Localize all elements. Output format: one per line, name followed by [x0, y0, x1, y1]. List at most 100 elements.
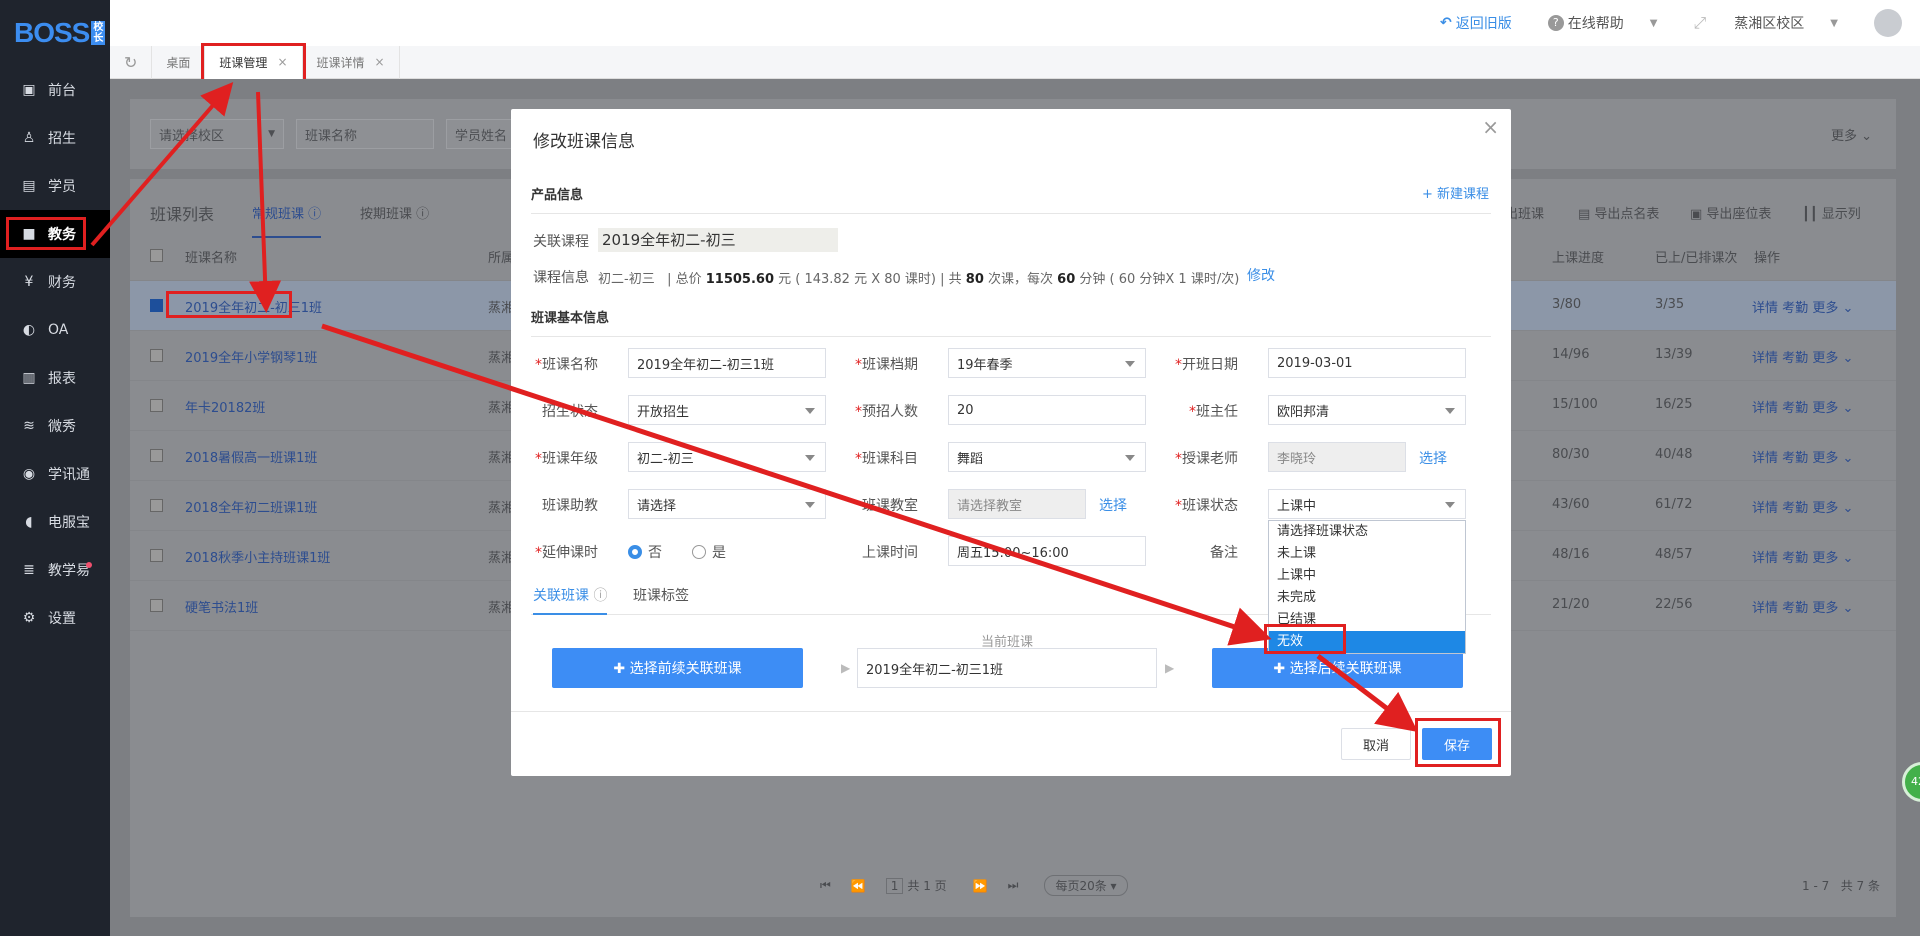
progress-cell: 14/96 [1552, 347, 1590, 362]
avatar[interactable] [1874, 9, 1902, 37]
head-teacher-select[interactable]: 欧阳邦清 [1268, 395, 1466, 425]
chevron-down-icon [1445, 502, 1455, 508]
per-page-select[interactable]: 每页20条 ▾ [1044, 875, 1128, 896]
modify-course-link[interactable]: 修改 [1247, 265, 1275, 285]
chevron-down-icon: ▼ [1830, 17, 1838, 29]
expected-input[interactable]: 20 [948, 395, 1146, 425]
grade-label: *班课年级 [535, 451, 598, 467]
last-page-icon[interactable]: ⏭ [1008, 878, 1019, 893]
class-name-link[interactable]: 2018秋季小主持班课1班 [185, 547, 330, 566]
sidebar-item-dianfubao[interactable]: ◖ 电服宝 [0, 498, 110, 546]
highlight-box [166, 291, 292, 318]
sidebar-item-weixiu[interactable]: ≋ 微秀 [0, 402, 110, 450]
class-name-link[interactable]: 2019全年小学钢琴1班 [185, 347, 317, 366]
row-ops[interactable]: 详情 考勤 更多 ⌄ [1752, 347, 1853, 366]
row-checkbox[interactable] [150, 299, 163, 312]
class-name-link[interactable]: 年卡20182班 [185, 397, 265, 416]
row-ops[interactable]: 详情 考勤 更多 ⌄ [1752, 447, 1853, 466]
status-option[interactable]: 未上课 [1269, 543, 1465, 565]
sidebar-item-reports[interactable]: ▥ 报表 [0, 354, 110, 402]
status-select[interactable]: 上课中 [1268, 489, 1466, 519]
row-checkbox[interactable] [150, 349, 163, 362]
row-checkbox[interactable] [150, 499, 163, 512]
choose-classroom-link[interactable]: 选择 [1099, 495, 1127, 515]
radio-no[interactable] [628, 545, 642, 559]
status-option[interactable]: 请选择班课状态 [1269, 521, 1465, 543]
sidebar-item-jiaoxueyi[interactable]: ≣ 教学易 [0, 546, 110, 594]
class-name-link[interactable]: 2018暑假高一班课1班 [185, 447, 317, 466]
expected-label: *预招人数 [855, 404, 918, 420]
sidebar-item-front[interactable]: ▣ 前台 [0, 66, 110, 114]
status-option[interactable]: 未完成 [1269, 587, 1465, 609]
toggle-icon: ◐ [22, 322, 36, 338]
total-pages: 共 1 页 [907, 879, 947, 893]
tab-desktop[interactable]: 桌面 [152, 45, 206, 79]
first-page-icon[interactable]: ⏮ [820, 878, 831, 893]
row-checkbox[interactable] [150, 599, 163, 612]
grade-select[interactable]: 初二-初三 [628, 442, 826, 472]
current-class-box: 2019全年初二-初三1班 [857, 648, 1157, 688]
fullscreen-icon[interactable]: ⤢ [1693, 13, 1706, 33]
campus-menu[interactable]: 蒸湘区校区 ▼ [1734, 13, 1856, 33]
status-option[interactable]: 上课中 [1269, 565, 1465, 587]
select-next-class-button[interactable]: ✚ 选择后续关联班课 [1212, 648, 1463, 688]
export-roll-button[interactable]: ▤ 导出点名表 [1578, 203, 1659, 222]
class-name-link[interactable]: 2018全年初二班课1班 [185, 497, 317, 516]
new-course-link[interactable]: + 新建课程 [1422, 183, 1489, 202]
radio-yes[interactable] [692, 545, 706, 559]
tab-class-detail[interactable]: 班课详情 × [303, 45, 400, 79]
progress-cell: 43/60 [1552, 497, 1590, 512]
sidebar-item-xuexuntong[interactable]: ◉ 学讯通 [0, 450, 110, 498]
row-ops[interactable]: 详情 考勤 更多 ⌄ [1752, 597, 1853, 616]
class-name-link[interactable]: 硬笔书法1班 [185, 597, 258, 616]
enroll-status-label: 招生状态 [542, 404, 598, 420]
close-icon[interactable]: × [1482, 115, 1499, 139]
tab-class-tags[interactable]: 班课标签 [633, 585, 689, 605]
online-help-menu[interactable]: ? 在线帮助 ▼ [1547, 13, 1676, 33]
sidebar-item-oa[interactable]: ◐ OA [0, 306, 110, 354]
close-icon[interactable]: × [375, 55, 385, 69]
select-previous-class-button[interactable]: ✚ 选择前续关联班课 [552, 648, 803, 688]
subject-select[interactable]: 舞蹈 [948, 442, 1146, 472]
notification-dot [86, 562, 92, 568]
show-columns-button[interactable]: ┃┃ 显示列 [1802, 203, 1861, 222]
time-input[interactable]: 周五15:00~16:00 [948, 536, 1146, 566]
choose-teacher-link[interactable]: 选择 [1419, 448, 1447, 468]
app-logo[interactable]: BOSS 校长 [0, 0, 110, 66]
prev-page-icon[interactable]: ⏪ [851, 879, 866, 893]
tab-period[interactable]: 按期班课 ⓘ [360, 203, 429, 222]
sidebar-item-enroll[interactable]: ♙ 招生 [0, 114, 110, 162]
more-filter-button[interactable]: 更多 ⌄ [1831, 125, 1872, 144]
enroll-status-select[interactable]: 开放招生 [628, 395, 826, 425]
tab-class-management[interactable]: 班课管理 × [201, 42, 306, 82]
start-date-input[interactable]: 2019-03-01 [1268, 348, 1466, 378]
row-ops[interactable]: 详情 考勤 更多 ⌄ [1752, 297, 1853, 316]
class-name-input[interactable]: 2019全年初二-初三1班 [628, 348, 826, 378]
term-select[interactable]: 19年春季 [948, 348, 1146, 378]
next-page-icon[interactable]: ⏩ [973, 879, 988, 893]
sidebar-item-settings[interactable]: ⚙ 设置 [0, 594, 110, 642]
row-ops[interactable]: 详情 考勤 更多 ⌄ [1752, 547, 1853, 566]
start-date-label: *开班日期 [1175, 357, 1238, 373]
assistant-select[interactable]: 请选择 [628, 489, 826, 519]
row-ops[interactable]: 详情 考勤 更多 ⌄ [1752, 497, 1853, 516]
select-all-checkbox[interactable] [150, 249, 163, 262]
page-input[interactable]: 1 [885, 877, 904, 894]
undo-icon: ↶ [1440, 15, 1452, 31]
class-name-input[interactable]: 班课名称 [296, 119, 434, 149]
row-ops[interactable]: 详情 考勤 更多 ⌄ [1752, 397, 1853, 416]
row-checkbox[interactable] [150, 399, 163, 412]
campus-select[interactable]: 请选择校区 ▼ [150, 119, 284, 149]
user-plus-icon: ♙ [22, 130, 36, 146]
export-seat-button[interactable]: ▣ 导出座位表 [1690, 203, 1771, 222]
refresh-icon[interactable]: ↻ [110, 45, 153, 79]
back-old-version-link[interactable]: ↶ 返回旧版 [1440, 13, 1530, 33]
sidebar-item-students[interactable]: ▤ 学员 [0, 162, 110, 210]
bar-chart-icon: ▥ [22, 370, 36, 386]
row-checkbox[interactable] [150, 449, 163, 462]
sidebar-item-academic[interactable]: ■ 教务 [0, 210, 110, 258]
sidebar-item-finance[interactable]: ¥ 财务 [0, 258, 110, 306]
row-checkbox[interactable] [150, 549, 163, 562]
tab-related-class[interactable]: 关联班课 ⓘ [533, 585, 608, 615]
cancel-button[interactable]: 取消 [1341, 728, 1411, 760]
